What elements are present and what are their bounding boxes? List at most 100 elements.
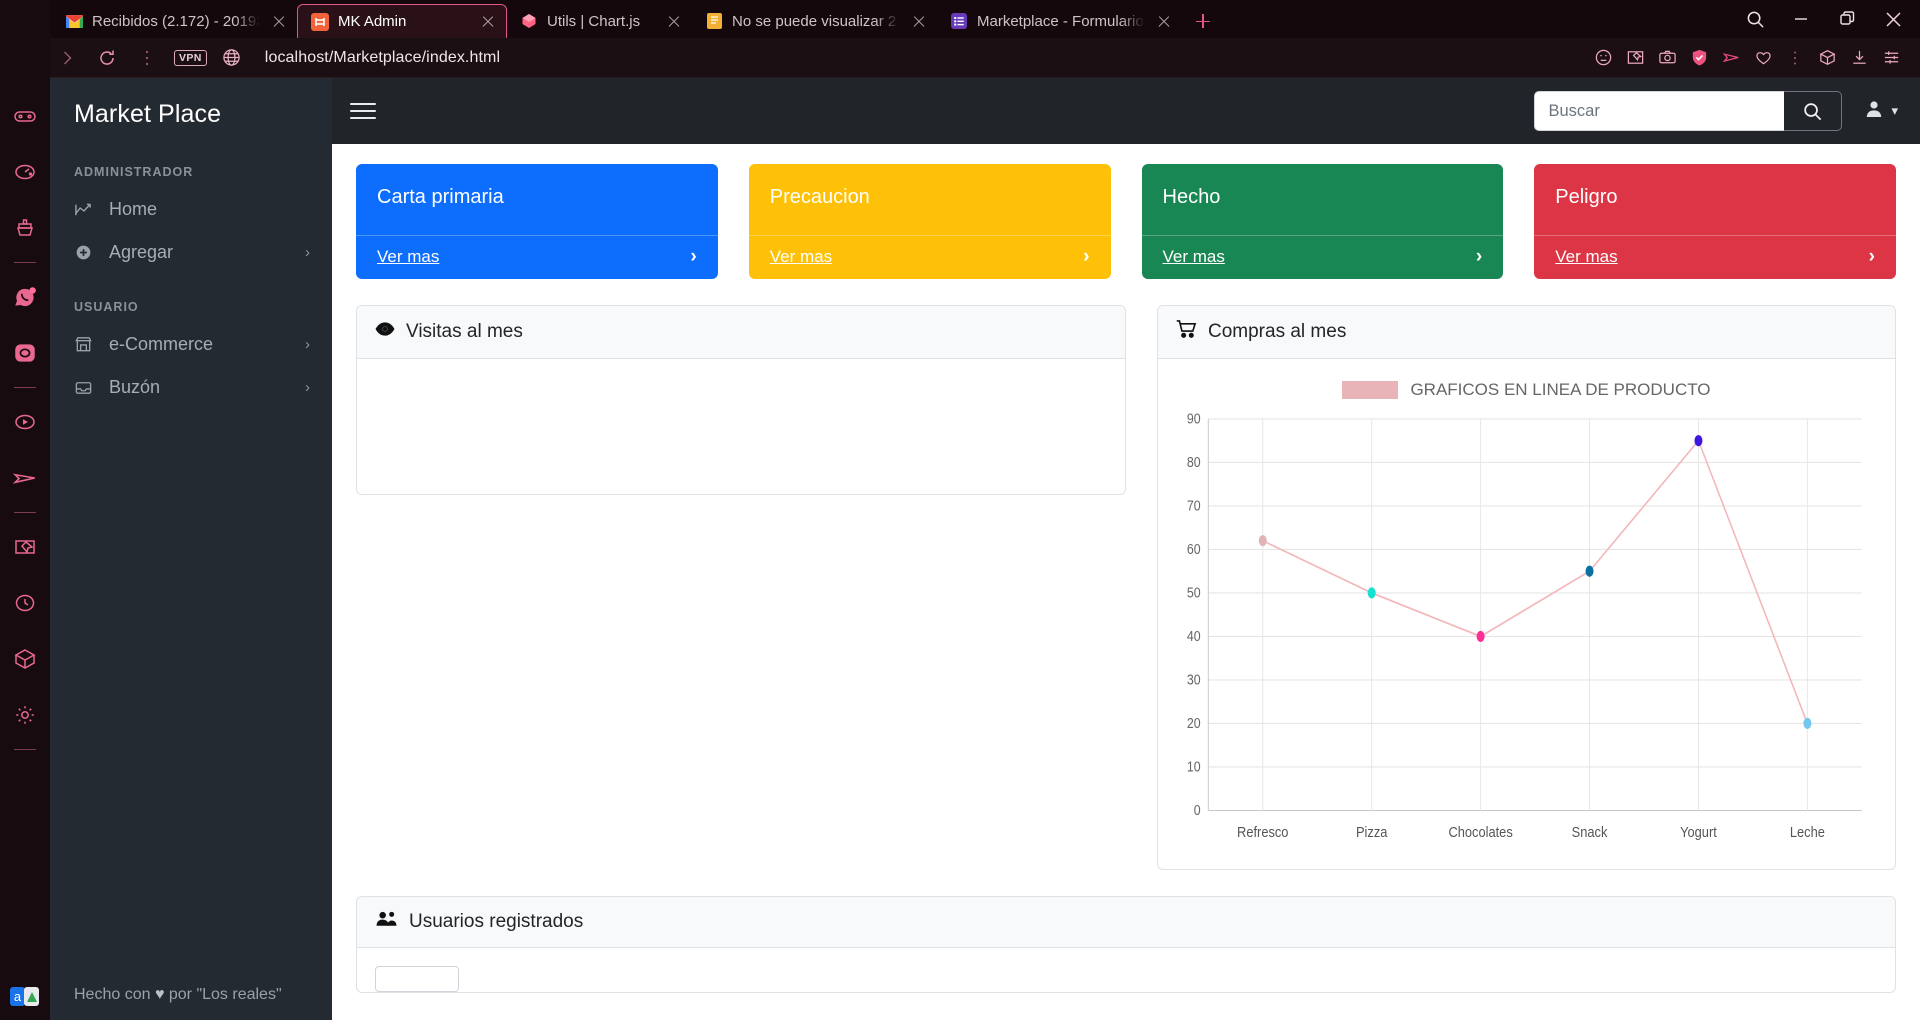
chart-legend[interactable]: GRAFICOS EN LINEA DE PRODUCTO xyxy=(1174,373,1879,410)
browser-tab-2[interactable]: Utils | Chart.js xyxy=(507,4,692,38)
more-vertical-icon[interactable] xyxy=(128,42,166,74)
reload-icon[interactable] xyxy=(88,42,126,74)
speedometer-icon[interactable] xyxy=(0,144,50,200)
app-sidebar[interactable]: Market Place ADMINISTRADOR Home Agregar … xyxy=(50,78,332,1020)
footer-suffix: por "Los reales" xyxy=(164,986,282,1003)
window-controls[interactable] xyxy=(1732,0,1916,38)
vpn-badge[interactable]: VPN xyxy=(174,49,207,66)
tab-title: Marketplace - Formularios xyxy=(977,12,1145,30)
panel-header: Compras al mes xyxy=(1158,306,1895,359)
chevron-right-icon: › xyxy=(305,379,310,396)
screenshot-icon[interactable] xyxy=(1620,43,1650,73)
browser-tab-0[interactable]: Recibidos (2.172) - 20193tn xyxy=(52,4,297,38)
dots-icon[interactable] xyxy=(1780,43,1810,73)
panel-body-usuarios xyxy=(357,948,1895,992)
card-title: Precaucion xyxy=(769,186,870,208)
browser-toolbar-icons[interactable] xyxy=(1588,43,1912,73)
emoji-icon[interactable] xyxy=(1588,43,1618,73)
card-footer[interactable]: Ver mas › xyxy=(1534,235,1896,279)
rail-divider xyxy=(14,512,36,513)
sidebar-item-home[interactable]: Home xyxy=(50,188,332,231)
search-icon[interactable] xyxy=(1732,0,1778,38)
browser-tab-1[interactable]: MK Admin xyxy=(297,4,507,38)
hamburger-icon[interactable] xyxy=(350,98,376,124)
os-taskbar-rail[interactable]: a xyxy=(0,0,50,1020)
close-icon[interactable] xyxy=(478,12,498,32)
svg-text:Yogurt: Yogurt xyxy=(1680,823,1717,840)
gamepad-icon[interactable] xyxy=(0,88,50,144)
tab-title: No se puede visualizar 2 de xyxy=(732,12,900,30)
svg-text:20: 20 xyxy=(1187,715,1201,731)
instagram-icon[interactable] xyxy=(0,325,50,381)
search-input[interactable] xyxy=(1534,91,1785,131)
sidebar-item-agregar[interactable]: Agregar › xyxy=(50,231,332,274)
close-icon[interactable] xyxy=(1154,11,1174,31)
telegram-icon[interactable] xyxy=(0,450,50,506)
card-footer[interactable]: Ver mas › xyxy=(1141,235,1504,279)
card-link-label[interactable]: Ver mas xyxy=(377,247,439,267)
minimize-icon[interactable] xyxy=(1778,0,1824,38)
chevron-right-icon: › xyxy=(1868,246,1875,267)
gear-icon[interactable] xyxy=(0,687,50,743)
plus-circle-icon xyxy=(74,243,96,262)
svg-text:Leche: Leche xyxy=(1790,823,1825,840)
new-tab-button[interactable] xyxy=(1186,4,1220,38)
panel-title: Usuarios registrados xyxy=(409,911,584,932)
browser-tab-4[interactable]: Marketplace - Formularios xyxy=(937,4,1182,38)
url-bar[interactable]: localhost/Marketplace/index.html xyxy=(253,49,1586,67)
table-length-select[interactable] xyxy=(375,966,459,992)
close-icon[interactable] xyxy=(269,11,289,31)
settings-sliders-icon[interactable] xyxy=(1876,43,1906,73)
card-link-label[interactable]: Ver mas xyxy=(1163,247,1225,267)
close-icon[interactable] xyxy=(909,11,929,31)
main-content: Carta primaria Ver mas › Precaucion Ver … xyxy=(332,144,1920,1020)
browser-navbar[interactable]: VPN localhost/Marketplace/index.html xyxy=(0,38,1920,78)
camera-icon[interactable] xyxy=(1652,43,1682,73)
caret-down-icon: ▾ xyxy=(1891,103,1898,118)
line-chart[interactable]: GRAFICOS EN LINEA DE PRODUCTO 0 10 20 30 40 5… xyxy=(1174,373,1879,855)
search-button[interactable] xyxy=(1784,91,1843,131)
panel-header: Visitas al mes xyxy=(357,306,1125,359)
footer-prefix: Hecho con xyxy=(74,986,155,1003)
clock-icon[interactable] xyxy=(0,575,50,631)
restore-icon[interactable] xyxy=(1824,0,1870,38)
card-precaucion[interactable]: Precaucion Ver mas › xyxy=(748,164,1111,279)
user-menu[interactable]: ▾ xyxy=(1856,99,1898,124)
card-link-label[interactable]: Ver mas xyxy=(770,247,832,267)
card-link-label[interactable]: Ver mas xyxy=(1555,247,1617,267)
box-icon[interactable] xyxy=(1812,43,1842,73)
card-hecho[interactable]: Hecho Ver mas › xyxy=(1141,164,1504,279)
forward-icon[interactable] xyxy=(48,42,86,74)
browser-tabstrip[interactable]: Recibidos (2.172) - 20193tn MK Admin Uti… xyxy=(0,0,1920,38)
stat-cards-row: Carta primaria Ver mas › Precaucion Ver … xyxy=(356,164,1896,279)
legend-label: GRAFICOS EN LINEA DE PRODUCTO xyxy=(1410,380,1711,399)
play-circle-icon[interactable] xyxy=(0,394,50,450)
globe-icon[interactable] xyxy=(213,42,251,74)
pin-board-icon[interactable] xyxy=(0,519,50,575)
whatsapp-icon[interactable] xyxy=(0,269,50,325)
close-icon[interactable] xyxy=(664,11,684,31)
svg-text:70: 70 xyxy=(1187,497,1201,513)
card-carta-primaria[interactable]: Carta primaria Ver mas › xyxy=(356,164,718,279)
sidebar-item-buzon[interactable]: Buzón › xyxy=(50,366,332,409)
broom-icon[interactable] xyxy=(0,200,50,256)
close-icon[interactable] xyxy=(1870,0,1916,38)
shield-check-icon[interactable] xyxy=(1684,43,1714,73)
sidebar-item-ecommerce[interactable]: e-Commerce › xyxy=(50,323,332,366)
send-icon[interactable] xyxy=(1716,43,1746,73)
search-group[interactable] xyxy=(1534,91,1843,131)
heart-icon: ♥ xyxy=(154,986,165,1003)
box-icon[interactable] xyxy=(0,631,50,687)
panel-visitas-al-mes: Visitas al mes xyxy=(356,305,1126,495)
download-icon[interactable] xyxy=(1844,43,1874,73)
apps-icon[interactable]: a xyxy=(0,984,50,1010)
document-icon xyxy=(705,12,723,30)
rail-divider xyxy=(14,387,36,388)
heart-icon[interactable] xyxy=(1748,43,1778,73)
svg-text:30: 30 xyxy=(1187,672,1201,688)
panel-header: Usuarios registrados xyxy=(357,897,1895,948)
card-footer[interactable]: Ver mas › xyxy=(356,235,718,279)
browser-tab-3[interactable]: No se puede visualizar 2 de xyxy=(692,4,937,38)
card-peligro[interactable]: Peligro Ver mas › xyxy=(1534,164,1896,279)
card-footer[interactable]: Ver mas › xyxy=(748,235,1111,279)
